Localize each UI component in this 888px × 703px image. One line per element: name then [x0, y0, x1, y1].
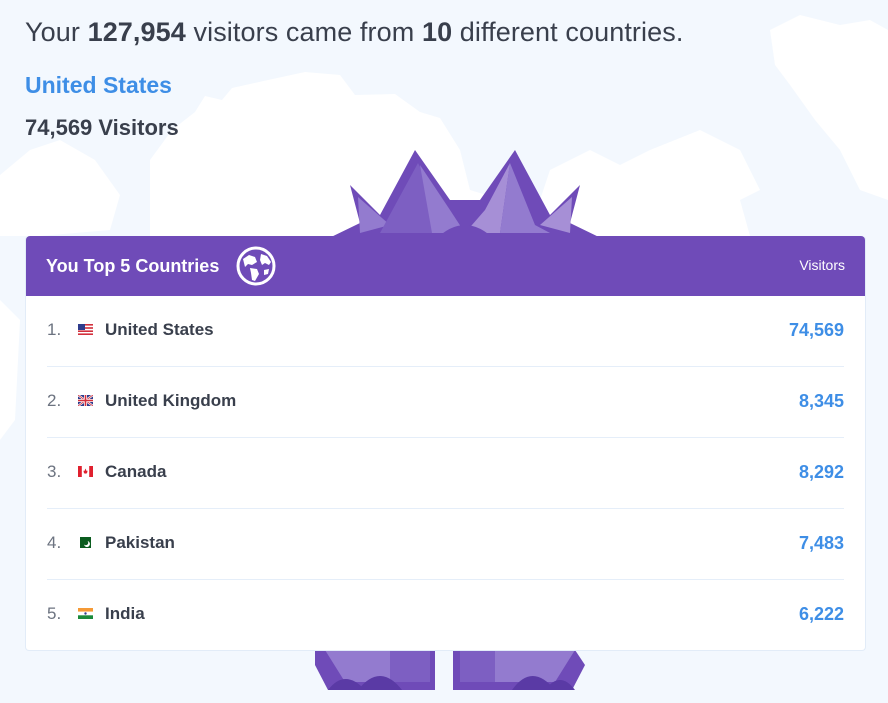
row-visitor-count: 8,345 — [798, 391, 844, 411]
row-rank: 2. — [47, 391, 62, 410]
summary-prefix: Your — [25, 17, 80, 47]
row-rank: 4. — [47, 533, 62, 552]
lotus-base-decoration-icon — [315, 650, 585, 690]
country-row[interactable]: 2. United Kingdom 8,345 — [47, 367, 844, 438]
country-count: 10 — [421, 17, 453, 47]
row-country-name: United States — [105, 320, 214, 339]
visitors-column-header: Visitors — [799, 257, 845, 273]
card-header: You Top 5 Countries Visitors — [26, 236, 865, 296]
summary-suffix: different countries. — [459, 17, 684, 47]
row-visitor-count: 74,569 — [788, 320, 844, 340]
row-visitor-count: 7,483 — [798, 533, 844, 553]
india-flag-icon — [78, 608, 93, 619]
us-flag-icon — [78, 324, 93, 335]
row-rank: 3. — [47, 462, 62, 481]
card-title: You Top 5 Countries — [46, 256, 220, 276]
countries-list: 1. United States 74,569 2. United Kingdo… — [47, 296, 844, 650]
row-country-name: India — [105, 604, 145, 623]
row-country-name: Pakistan — [105, 533, 175, 552]
summary-headline: Your 127,954 visitors came from 10 diffe… — [25, 17, 683, 48]
canada-flag-icon — [78, 466, 93, 477]
country-row[interactable]: 3. Canada 8,292 — [47, 438, 844, 509]
country-row[interactable]: 4. Pakistan 7,483 — [47, 509, 844, 580]
top-countries-card: You Top 5 Countries Visitors 1. United S… — [25, 236, 866, 651]
country-row[interactable]: 5. India 6,222 — [47, 580, 844, 650]
lotus-decoration-icon — [325, 150, 605, 240]
row-visitor-count: 8,292 — [798, 462, 844, 482]
globe-icon — [236, 246, 276, 286]
row-rank: 5. — [47, 604, 62, 623]
pakistan-flag-icon — [80, 537, 91, 548]
row-country-name: Canada — [105, 462, 167, 481]
row-visitor-count: 6,222 — [798, 604, 844, 624]
row-rank: 1. — [47, 320, 62, 339]
total-visitors-count: 127,954 — [87, 17, 186, 47]
selected-country-name[interactable]: United States — [25, 72, 172, 99]
selected-country-visitors: 74,569 Visitors — [25, 115, 179, 140]
country-row[interactable]: 1. United States 74,569 — [47, 296, 844, 367]
summary-middle: visitors came from — [193, 17, 415, 47]
row-country-name: United Kingdom — [105, 391, 237, 410]
uk-flag-icon — [78, 395, 93, 406]
